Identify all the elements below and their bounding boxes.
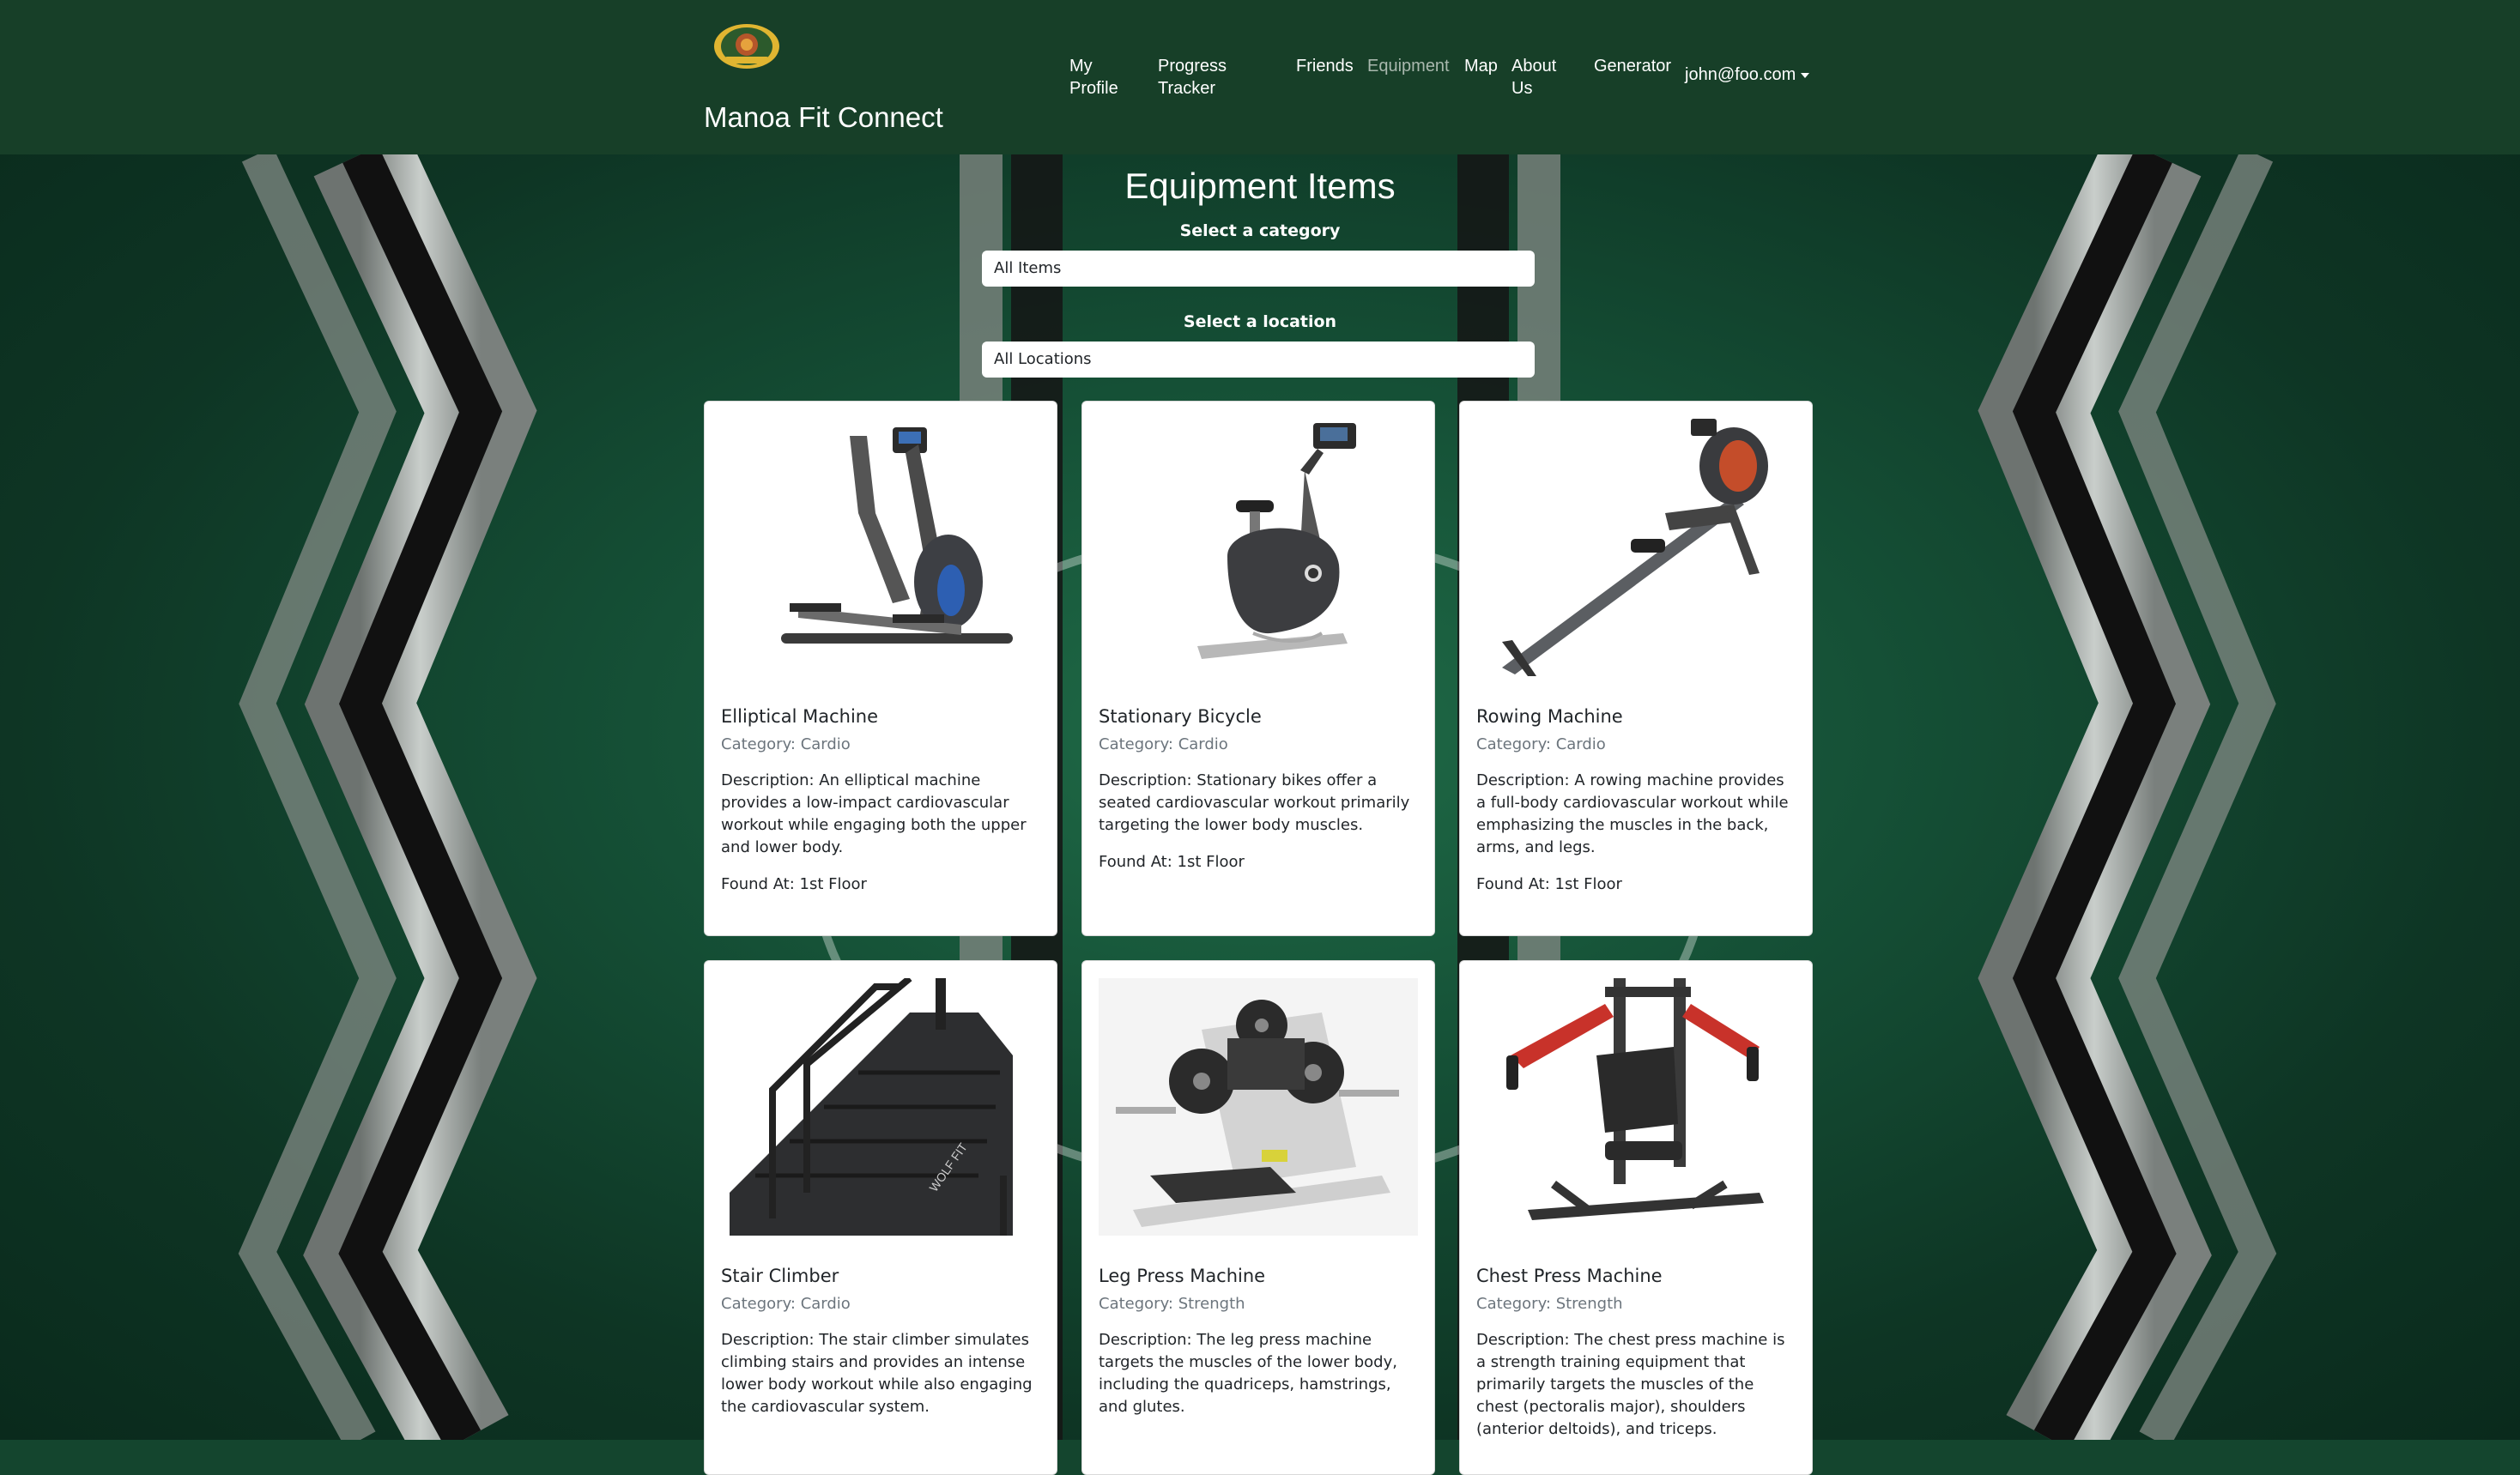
leg-press-machine-image bbox=[1099, 978, 1418, 1236]
chest-press-machine-image bbox=[1476, 978, 1796, 1236]
card-description: Description: An elliptical machine provi… bbox=[721, 771, 1027, 856]
stationary-bicycle-image bbox=[1099, 419, 1418, 676]
card-title: Rowing Machine bbox=[1476, 706, 1623, 727]
equipment-card: WOLF FIT Stair Climber Category: Cardio … bbox=[704, 960, 1057, 1475]
category-select[interactable]: All Items bbox=[982, 251, 1535, 287]
card-title: Chest Press Machine bbox=[1476, 1266, 1663, 1286]
equipment-card: Rowing Machine Category: Cardio Descript… bbox=[1459, 401, 1813, 936]
user-email: john@foo.com bbox=[1685, 65, 1796, 84]
card-location: Found At: 1st Floor bbox=[1099, 853, 1245, 871]
equipment-card: Elliptical Machine Category: Cardio Desc… bbox=[704, 401, 1057, 936]
brand-logo[interactable] bbox=[712, 17, 781, 76]
card-description: Description: Stationary bikes offer a se… bbox=[1099, 771, 1410, 834]
card-description: Description: The chest press machine is … bbox=[1476, 1331, 1785, 1438]
rowing-machine-image bbox=[1476, 419, 1796, 676]
brand-name[interactable]: Manoa Fit Connect bbox=[704, 101, 943, 134]
nav-about-us[interactable]: About Us bbox=[1511, 55, 1572, 100]
card-location: Found At: 1st Floor bbox=[721, 875, 867, 893]
equipment-card: Chest Press Machine Category: Strength D… bbox=[1459, 960, 1813, 1475]
nav-equipment[interactable]: Equipment bbox=[1367, 55, 1450, 77]
card-category: Category: Strength bbox=[1099, 1295, 1245, 1313]
user-dropdown[interactable]: john@foo.com bbox=[1685, 65, 1810, 85]
caret-down-icon bbox=[1801, 72, 1810, 78]
top-navbar: Manoa Fit Connect My Profile Progress Tr… bbox=[0, 0, 2520, 154]
card-category: Category: Cardio bbox=[1099, 735, 1228, 753]
card-title: Elliptical Machine bbox=[721, 706, 879, 727]
location-label: Select a location bbox=[1183, 312, 1337, 331]
card-title: Stationary Bicycle bbox=[1099, 706, 1262, 727]
nav-my-profile[interactable]: My Profile bbox=[1069, 55, 1138, 100]
stair-climber-image: WOLF FIT bbox=[721, 975, 1040, 1236]
card-category: Category: Strength bbox=[1476, 1295, 1623, 1313]
card-category: Category: Cardio bbox=[721, 1295, 851, 1313]
card-description: Description: The leg press machine targe… bbox=[1099, 1331, 1397, 1416]
page-title: Equipment Items bbox=[1124, 166, 1396, 206]
card-description: Description: The stair climber simulates… bbox=[721, 1331, 1033, 1416]
category-label: Select a category bbox=[1179, 221, 1341, 240]
nav-progress-tracker[interactable]: Progress Tracker bbox=[1158, 55, 1252, 100]
card-category: Category: Cardio bbox=[1476, 735, 1606, 753]
equipment-card: Leg Press Machine Category: Strength Des… bbox=[1081, 960, 1435, 1475]
nav-friends[interactable]: Friends bbox=[1296, 55, 1354, 77]
location-select[interactable]: All Locations bbox=[982, 342, 1535, 378]
equipment-card: Stationary Bicycle Category: Cardio Desc… bbox=[1081, 401, 1435, 936]
nav-map[interactable]: Map bbox=[1464, 55, 1498, 77]
card-location: Found At: 1st Floor bbox=[1476, 875, 1622, 893]
nav-generator[interactable]: Generator bbox=[1594, 55, 1671, 77]
card-title: Stair Climber bbox=[721, 1266, 839, 1286]
elliptical-machine-image bbox=[721, 419, 1040, 676]
card-category: Category: Cardio bbox=[721, 735, 851, 753]
card-description: Description: A rowing machine provides a… bbox=[1476, 771, 1789, 856]
card-title: Leg Press Machine bbox=[1099, 1266, 1266, 1286]
